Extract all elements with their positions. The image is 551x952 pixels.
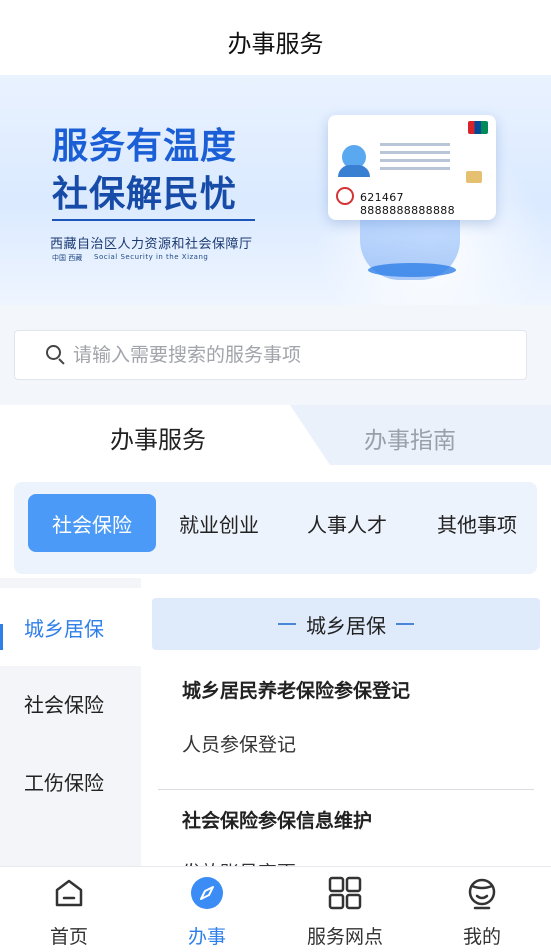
category-area: 社会保险 就业创业 人事人才 其他事项	[0, 465, 551, 578]
tab-services-label[interactable]: 办事服务	[110, 420, 206, 455]
divider	[158, 789, 534, 790]
card-number: 621467 8888888888888	[360, 191, 455, 217]
card-chip-icon	[466, 171, 482, 183]
search-bar[interactable]	[14, 330, 527, 380]
bottom-nav-profile[interactable]: 我的	[413, 867, 551, 952]
search-area	[0, 305, 551, 405]
nav-item-work-injury[interactable]: 工伤保险	[0, 742, 141, 820]
section-header: 城乡居保	[152, 598, 540, 650]
banner-slogan-1: 服务有温度	[52, 126, 238, 167]
service-item[interactable]: 人员参保登记	[182, 730, 296, 757]
page-title: 办事服务	[227, 30, 324, 58]
social-security-card-image: 621467 8888888888888	[328, 115, 496, 220]
group-title: 城乡居民养老保险参保登记	[182, 680, 411, 702]
bottom-tab-bar: 首页 办事 服务网点 我的	[0, 866, 551, 952]
card-photo-body	[338, 165, 370, 177]
bottom-nav-services[interactable]: 办事	[138, 867, 276, 952]
search-input[interactable]	[73, 344, 513, 366]
banner-divider	[52, 219, 255, 221]
card-info-lines	[380, 143, 450, 175]
unionpay-logo-icon	[468, 121, 488, 134]
compass-icon	[191, 877, 223, 909]
bottom-nav-outlets-label: 服务网点	[306, 926, 383, 948]
profile-icon	[468, 878, 496, 910]
service-list: 城乡居保 城乡居民养老保险参保登记 人员参保登记 社会保险参保信息维护 发放账号…	[141, 578, 551, 866]
tab-bar: 办事服务 办事指南	[0, 405, 551, 465]
section-dash-left	[278, 623, 296, 625]
category-talent[interactable]: 人事人才	[288, 494, 406, 552]
bottom-nav-home[interactable]: 首页	[0, 867, 138, 952]
search-icon	[45, 344, 67, 366]
service-item[interactable]: 发放账号变更	[182, 858, 296, 866]
home-icon	[55, 879, 83, 907]
category-other[interactable]: 其他事项	[418, 494, 536, 552]
left-category-nav: 城乡居保 社会保险 工伤保险	[0, 578, 141, 866]
section-title: 城乡居保	[306, 613, 386, 638]
bottom-nav-services-label: 办事	[187, 926, 226, 948]
category-bar: 社会保险 就业创业 人事人才 其他事项	[14, 482, 537, 574]
bottom-nav-home-label: 首页	[49, 926, 88, 948]
banner-slogan-2: 社保解民忧	[52, 174, 238, 215]
banner-tag-prefix: 中国 西藏	[52, 254, 83, 262]
bottom-nav-profile-label: 我的	[462, 926, 501, 948]
app-header: 办事服务	[0, 0, 551, 75]
category-social-insurance[interactable]: 社会保险	[28, 494, 156, 552]
banner-tag-en: Social Security in the Xizang	[94, 253, 209, 261]
section-dash-right	[396, 623, 414, 625]
banner-department: 西藏自治区人力资源和社会保障厅	[50, 237, 253, 252]
pedestal-base-graphic	[368, 263, 456, 277]
bottom-nav-outlets[interactable]: 服务网点	[276, 867, 414, 952]
category-employment[interactable]: 就业创业	[160, 494, 278, 552]
tab-guide[interactable]: 办事指南	[364, 421, 456, 455]
card-seal-icon	[336, 187, 354, 205]
promo-banner[interactable]: 服务有温度 社保解民忧 西藏自治区人力资源和社会保障厅 中国 西藏 Social…	[0, 75, 551, 305]
nav-item-urban-rural[interactable]: 城乡居保	[0, 588, 141, 666]
nav-item-social-insurance[interactable]: 社会保险	[0, 664, 141, 742]
grid-icon	[328, 876, 362, 910]
group-title: 社会保险参保信息维护	[182, 810, 373, 832]
